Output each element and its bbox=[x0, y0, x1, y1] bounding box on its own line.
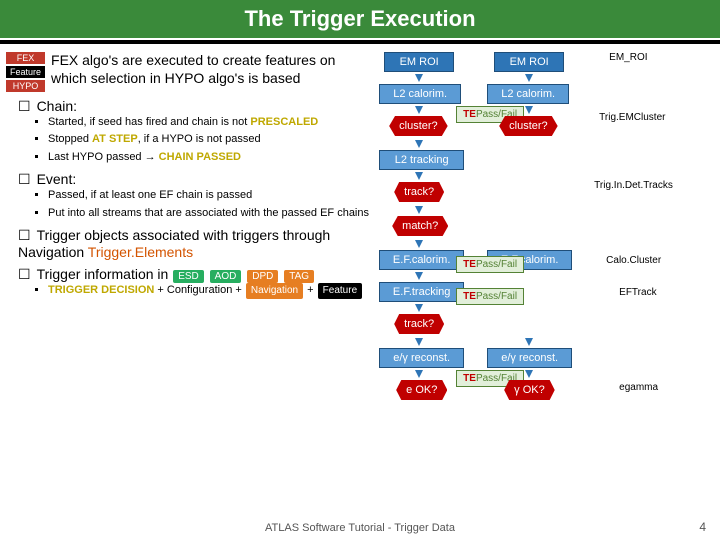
node-cluster-left: cluster? bbox=[389, 116, 448, 136]
pill-tag: TAG bbox=[284, 270, 314, 283]
section-event: ☐ Event: Passed, if at least one EF chain… bbox=[18, 171, 370, 221]
content-area: FEX Feature HYPO FEX algo's are executed… bbox=[0, 44, 720, 500]
node-l2-calorim-right: L2 calorim. bbox=[487, 84, 569, 104]
node-e-ok: e OK? bbox=[396, 380, 447, 400]
pill-navigation: Navigation bbox=[246, 283, 303, 299]
triginfo-sub-item: TRIGGER DECISION + Configuration + Navig… bbox=[48, 283, 370, 299]
passfail-text: Pass/Fail bbox=[476, 259, 517, 270]
slide-title: The Trigger Execution bbox=[0, 0, 720, 38]
event-items: Passed, if at least one EF chain is pass… bbox=[48, 188, 370, 221]
chain-item: Last HYPO passed → CHAIN PASSED bbox=[48, 150, 370, 165]
node-te-3: TE Pass/Fail bbox=[456, 288, 524, 305]
node-l2-calorim-left: L2 calorim. bbox=[379, 84, 461, 104]
badge-hypo: HYPO bbox=[6, 80, 45, 92]
node-l2-tracking: L2 tracking bbox=[379, 150, 464, 170]
label-trigindet: Trig.In.Det.Tracks bbox=[594, 180, 673, 191]
checkbox-icon: ☐ bbox=[18, 266, 31, 282]
intro-badges: FEX Feature HYPO bbox=[6, 52, 45, 92]
node-track-1: track? bbox=[394, 182, 444, 202]
te-text: TE bbox=[463, 109, 476, 120]
chain-item: Started, if seed has fired and chain is … bbox=[48, 115, 370, 130]
left-column: FEX Feature HYPO FEX algo's are executed… bbox=[6, 52, 374, 492]
trigobj-link: Trigger.Elements bbox=[88, 244, 193, 260]
badge-fex: FEX bbox=[6, 52, 45, 64]
te-text: TE bbox=[463, 259, 476, 270]
triginfo-pre: Trigger information in bbox=[37, 266, 173, 282]
badge-feature: Feature bbox=[6, 66, 45, 78]
event-label: Event: bbox=[37, 171, 77, 187]
right-column: EM ROI EM ROI EM_ROI L2 calorim. L2 calo… bbox=[374, 52, 714, 492]
event-item: Passed, if at least one EF chain is pass… bbox=[48, 188, 370, 203]
pill-esd: ESD bbox=[173, 270, 204, 283]
section-triginfo: ☐Trigger information in ESD AOD DPD TAG … bbox=[18, 266, 370, 299]
node-te-2: TE Pass/Fail bbox=[456, 256, 524, 273]
node-cluster-right: cluster? bbox=[499, 116, 558, 136]
node-eg-reconst-left: e/γ reconst. bbox=[379, 348, 464, 368]
trigger-decision: TRIGGER DECISION bbox=[48, 284, 154, 296]
text: + Configuration + bbox=[154, 284, 245, 296]
label-eftrack: EFTrack bbox=[619, 287, 656, 298]
text: Last HYPO passed → bbox=[48, 151, 159, 163]
highlight: CHAIN PASSED bbox=[159, 151, 241, 163]
text: Started, if seed has fired and chain is … bbox=[48, 116, 250, 128]
node-em-roi-right: EM ROI bbox=[494, 52, 564, 72]
node-ef-tracking: E.F.tracking bbox=[379, 282, 464, 302]
label-egamma: egamma bbox=[619, 382, 658, 393]
triginfo-sub: TRIGGER DECISION + Configuration + Navig… bbox=[48, 283, 370, 299]
highlight: PRESCALED bbox=[250, 116, 318, 128]
pill-dpd: DPD bbox=[247, 270, 278, 283]
flow-diagram: EM ROI EM ROI EM_ROI L2 calorim. L2 calo… bbox=[374, 52, 714, 492]
section-chain: ☐ Chain: Started, if seed has fired and c… bbox=[18, 98, 370, 165]
text: Stopped bbox=[48, 133, 92, 145]
chain-label: Chain: bbox=[37, 98, 77, 114]
te-text: TE bbox=[463, 373, 476, 384]
passfail-text: Pass/Fail bbox=[476, 291, 517, 302]
node-g-ok: γ OK? bbox=[504, 380, 555, 400]
label-calocluster: Calo.Cluster bbox=[606, 255, 661, 266]
highlight: AT STEP bbox=[92, 133, 138, 145]
checkbox-icon: ☐ bbox=[18, 171, 31, 187]
pill-aod: AOD bbox=[210, 270, 242, 283]
node-track-2: track? bbox=[394, 314, 444, 334]
text: + bbox=[304, 284, 317, 296]
text: , if a HYPO is not passed bbox=[138, 133, 261, 145]
label-em-roi: EM_ROI bbox=[609, 52, 647, 63]
chain-item: Stopped AT STEP, if a HYPO is not passed bbox=[48, 132, 370, 147]
pill-feature: Feature bbox=[318, 283, 362, 299]
node-em-roi-left: EM ROI bbox=[384, 52, 454, 72]
node-eg-reconst-right: e/γ reconst. bbox=[487, 348, 572, 368]
intro-block: FEX Feature HYPO FEX algo's are executed… bbox=[6, 52, 370, 92]
event-item: Put into all streams that are associated… bbox=[48, 206, 370, 221]
checkbox-icon: ☐ bbox=[18, 98, 31, 114]
page-number: 4 bbox=[699, 520, 706, 534]
intro-text: FEX algo's are executed to create featur… bbox=[51, 52, 370, 87]
chain-items: Started, if seed has fired and chain is … bbox=[48, 115, 370, 165]
checkbox-icon: ☐ bbox=[18, 227, 31, 243]
label-trigemcluster: Trig.EMCluster bbox=[599, 112, 665, 123]
section-trigobj: ☐Trigger objects associated with trigger… bbox=[18, 227, 370, 260]
node-ef-calorim-left: E.F.calorim. bbox=[379, 250, 464, 270]
footer-text: ATLAS Software Tutorial - Trigger Data bbox=[0, 522, 720, 534]
node-match: match? bbox=[392, 216, 448, 236]
te-text: TE bbox=[463, 291, 476, 302]
